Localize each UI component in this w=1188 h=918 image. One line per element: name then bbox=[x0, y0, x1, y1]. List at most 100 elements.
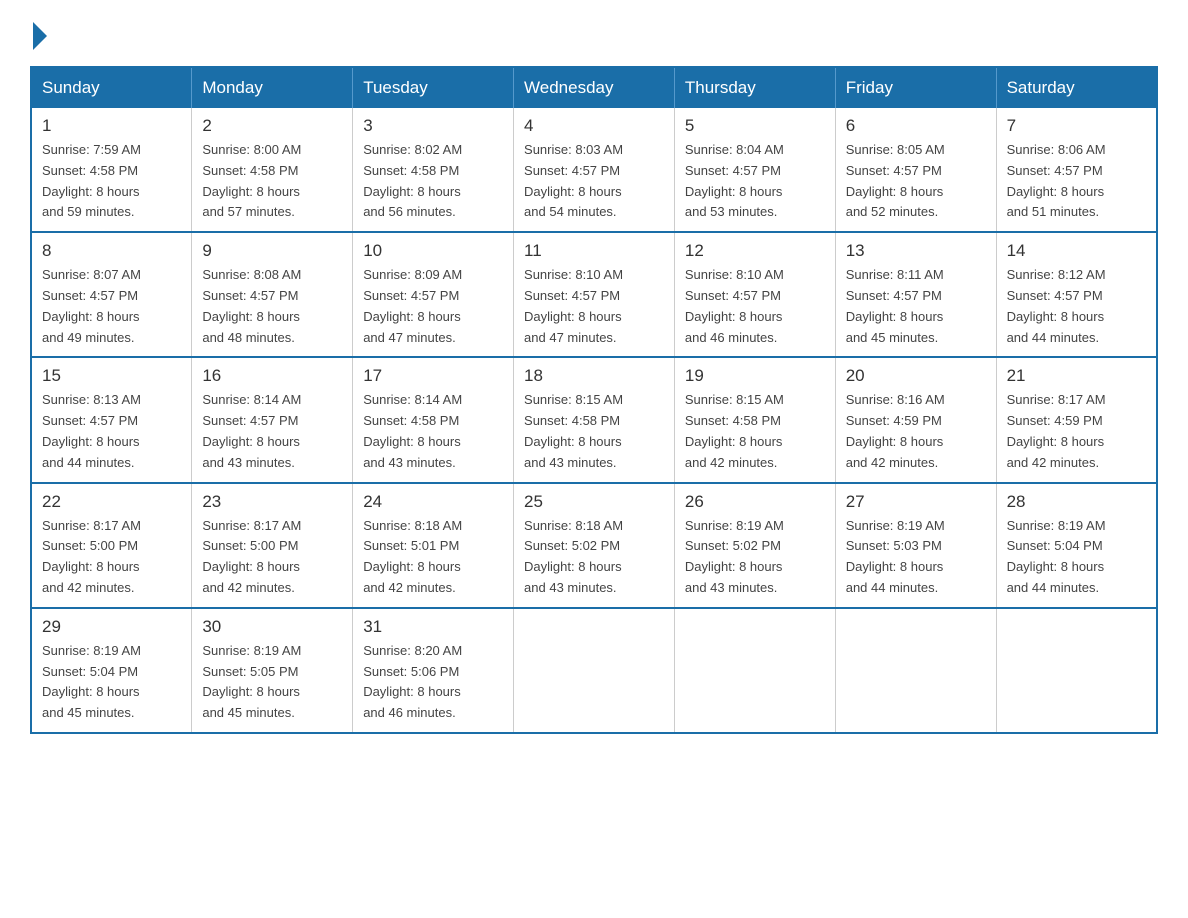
calendar-week-row: 29 Sunrise: 8:19 AMSunset: 5:04 PMDaylig… bbox=[31, 608, 1157, 733]
calendar-cell: 13 Sunrise: 8:11 AMSunset: 4:57 PMDaylig… bbox=[835, 232, 996, 357]
day-number: 17 bbox=[363, 366, 503, 386]
calendar-cell: 3 Sunrise: 8:02 AMSunset: 4:58 PMDayligh… bbox=[353, 108, 514, 232]
day-info: Sunrise: 8:19 AMSunset: 5:03 PMDaylight:… bbox=[846, 516, 986, 599]
day-info: Sunrise: 8:17 AMSunset: 5:00 PMDaylight:… bbox=[202, 516, 342, 599]
day-number: 25 bbox=[524, 492, 664, 512]
day-info: Sunrise: 8:19 AMSunset: 5:04 PMDaylight:… bbox=[42, 641, 181, 724]
day-info: Sunrise: 8:02 AMSunset: 4:58 PMDaylight:… bbox=[363, 140, 503, 223]
calendar-cell: 18 Sunrise: 8:15 AMSunset: 4:58 PMDaylig… bbox=[514, 357, 675, 482]
day-info: Sunrise: 8:19 AMSunset: 5:05 PMDaylight:… bbox=[202, 641, 342, 724]
day-info: Sunrise: 8:18 AMSunset: 5:02 PMDaylight:… bbox=[524, 516, 664, 599]
calendar-cell: 11 Sunrise: 8:10 AMSunset: 4:57 PMDaylig… bbox=[514, 232, 675, 357]
day-number: 11 bbox=[524, 241, 664, 261]
calendar-table: SundayMondayTuesdayWednesdayThursdayFrid… bbox=[30, 66, 1158, 734]
calendar-cell bbox=[514, 608, 675, 733]
calendar-cell: 22 Sunrise: 8:17 AMSunset: 5:00 PMDaylig… bbox=[31, 483, 192, 608]
calendar-cell: 19 Sunrise: 8:15 AMSunset: 4:58 PMDaylig… bbox=[674, 357, 835, 482]
page-header bbox=[30, 20, 1158, 46]
calendar-cell: 26 Sunrise: 8:19 AMSunset: 5:02 PMDaylig… bbox=[674, 483, 835, 608]
day-number: 1 bbox=[42, 116, 181, 136]
day-number: 14 bbox=[1007, 241, 1146, 261]
day-number: 29 bbox=[42, 617, 181, 637]
calendar-week-row: 22 Sunrise: 8:17 AMSunset: 5:00 PMDaylig… bbox=[31, 483, 1157, 608]
day-number: 2 bbox=[202, 116, 342, 136]
day-info: Sunrise: 8:15 AMSunset: 4:58 PMDaylight:… bbox=[524, 390, 664, 473]
weekday-header-saturday: Saturday bbox=[996, 67, 1157, 108]
day-info: Sunrise: 8:10 AMSunset: 4:57 PMDaylight:… bbox=[524, 265, 664, 348]
day-info: Sunrise: 8:15 AMSunset: 4:58 PMDaylight:… bbox=[685, 390, 825, 473]
day-number: 5 bbox=[685, 116, 825, 136]
day-info: Sunrise: 8:17 AMSunset: 4:59 PMDaylight:… bbox=[1007, 390, 1146, 473]
day-number: 9 bbox=[202, 241, 342, 261]
calendar-cell: 9 Sunrise: 8:08 AMSunset: 4:57 PMDayligh… bbox=[192, 232, 353, 357]
day-info: Sunrise: 8:07 AMSunset: 4:57 PMDaylight:… bbox=[42, 265, 181, 348]
day-number: 6 bbox=[846, 116, 986, 136]
day-number: 18 bbox=[524, 366, 664, 386]
day-info: Sunrise: 8:14 AMSunset: 4:58 PMDaylight:… bbox=[363, 390, 503, 473]
weekday-header-tuesday: Tuesday bbox=[353, 67, 514, 108]
calendar-cell: 21 Sunrise: 8:17 AMSunset: 4:59 PMDaylig… bbox=[996, 357, 1157, 482]
calendar-cell: 20 Sunrise: 8:16 AMSunset: 4:59 PMDaylig… bbox=[835, 357, 996, 482]
weekday-header-thursday: Thursday bbox=[674, 67, 835, 108]
day-number: 3 bbox=[363, 116, 503, 136]
weekday-header-sunday: Sunday bbox=[31, 67, 192, 108]
day-number: 4 bbox=[524, 116, 664, 136]
day-info: Sunrise: 8:12 AMSunset: 4:57 PMDaylight:… bbox=[1007, 265, 1146, 348]
calendar-cell: 29 Sunrise: 8:19 AMSunset: 5:04 PMDaylig… bbox=[31, 608, 192, 733]
day-info: Sunrise: 8:20 AMSunset: 5:06 PMDaylight:… bbox=[363, 641, 503, 724]
day-info: Sunrise: 8:05 AMSunset: 4:57 PMDaylight:… bbox=[846, 140, 986, 223]
day-info: Sunrise: 8:19 AMSunset: 5:02 PMDaylight:… bbox=[685, 516, 825, 599]
day-info: Sunrise: 8:14 AMSunset: 4:57 PMDaylight:… bbox=[202, 390, 342, 473]
calendar-cell: 12 Sunrise: 8:10 AMSunset: 4:57 PMDaylig… bbox=[674, 232, 835, 357]
calendar-cell: 7 Sunrise: 8:06 AMSunset: 4:57 PMDayligh… bbox=[996, 108, 1157, 232]
day-number: 21 bbox=[1007, 366, 1146, 386]
calendar-cell: 28 Sunrise: 8:19 AMSunset: 5:04 PMDaylig… bbox=[996, 483, 1157, 608]
calendar-cell bbox=[996, 608, 1157, 733]
day-info: Sunrise: 8:17 AMSunset: 5:00 PMDaylight:… bbox=[42, 516, 181, 599]
day-number: 30 bbox=[202, 617, 342, 637]
calendar-week-row: 8 Sunrise: 8:07 AMSunset: 4:57 PMDayligh… bbox=[31, 232, 1157, 357]
calendar-cell bbox=[835, 608, 996, 733]
day-info: Sunrise: 8:00 AMSunset: 4:58 PMDaylight:… bbox=[202, 140, 342, 223]
day-number: 7 bbox=[1007, 116, 1146, 136]
day-number: 19 bbox=[685, 366, 825, 386]
weekday-header-row: SundayMondayTuesdayWednesdayThursdayFrid… bbox=[31, 67, 1157, 108]
day-info: Sunrise: 8:09 AMSunset: 4:57 PMDaylight:… bbox=[363, 265, 503, 348]
calendar-cell: 8 Sunrise: 8:07 AMSunset: 4:57 PMDayligh… bbox=[31, 232, 192, 357]
day-number: 16 bbox=[202, 366, 342, 386]
calendar-week-row: 15 Sunrise: 8:13 AMSunset: 4:57 PMDaylig… bbox=[31, 357, 1157, 482]
calendar-cell: 2 Sunrise: 8:00 AMSunset: 4:58 PMDayligh… bbox=[192, 108, 353, 232]
calendar-cell: 30 Sunrise: 8:19 AMSunset: 5:05 PMDaylig… bbox=[192, 608, 353, 733]
day-number: 31 bbox=[363, 617, 503, 637]
weekday-header-wednesday: Wednesday bbox=[514, 67, 675, 108]
day-info: Sunrise: 8:13 AMSunset: 4:57 PMDaylight:… bbox=[42, 390, 181, 473]
day-info: Sunrise: 7:59 AMSunset: 4:58 PMDaylight:… bbox=[42, 140, 181, 223]
calendar-cell: 31 Sunrise: 8:20 AMSunset: 5:06 PMDaylig… bbox=[353, 608, 514, 733]
day-number: 23 bbox=[202, 492, 342, 512]
day-info: Sunrise: 8:06 AMSunset: 4:57 PMDaylight:… bbox=[1007, 140, 1146, 223]
calendar-cell: 5 Sunrise: 8:04 AMSunset: 4:57 PMDayligh… bbox=[674, 108, 835, 232]
day-number: 26 bbox=[685, 492, 825, 512]
day-number: 10 bbox=[363, 241, 503, 261]
calendar-cell: 10 Sunrise: 8:09 AMSunset: 4:57 PMDaylig… bbox=[353, 232, 514, 357]
calendar-cell: 4 Sunrise: 8:03 AMSunset: 4:57 PMDayligh… bbox=[514, 108, 675, 232]
calendar-cell: 1 Sunrise: 7:59 AMSunset: 4:58 PMDayligh… bbox=[31, 108, 192, 232]
day-number: 28 bbox=[1007, 492, 1146, 512]
day-number: 15 bbox=[42, 366, 181, 386]
day-info: Sunrise: 8:16 AMSunset: 4:59 PMDaylight:… bbox=[846, 390, 986, 473]
day-number: 20 bbox=[846, 366, 986, 386]
calendar-week-row: 1 Sunrise: 7:59 AMSunset: 4:58 PMDayligh… bbox=[31, 108, 1157, 232]
calendar-cell: 24 Sunrise: 8:18 AMSunset: 5:01 PMDaylig… bbox=[353, 483, 514, 608]
calendar-cell: 6 Sunrise: 8:05 AMSunset: 4:57 PMDayligh… bbox=[835, 108, 996, 232]
day-info: Sunrise: 8:18 AMSunset: 5:01 PMDaylight:… bbox=[363, 516, 503, 599]
weekday-header-friday: Friday bbox=[835, 67, 996, 108]
day-info: Sunrise: 8:19 AMSunset: 5:04 PMDaylight:… bbox=[1007, 516, 1146, 599]
calendar-cell: 16 Sunrise: 8:14 AMSunset: 4:57 PMDaylig… bbox=[192, 357, 353, 482]
logo-arrow-icon bbox=[33, 22, 47, 50]
day-number: 12 bbox=[685, 241, 825, 261]
calendar-cell: 23 Sunrise: 8:17 AMSunset: 5:00 PMDaylig… bbox=[192, 483, 353, 608]
day-number: 27 bbox=[846, 492, 986, 512]
day-number: 22 bbox=[42, 492, 181, 512]
day-info: Sunrise: 8:04 AMSunset: 4:57 PMDaylight:… bbox=[685, 140, 825, 223]
day-number: 8 bbox=[42, 241, 181, 261]
